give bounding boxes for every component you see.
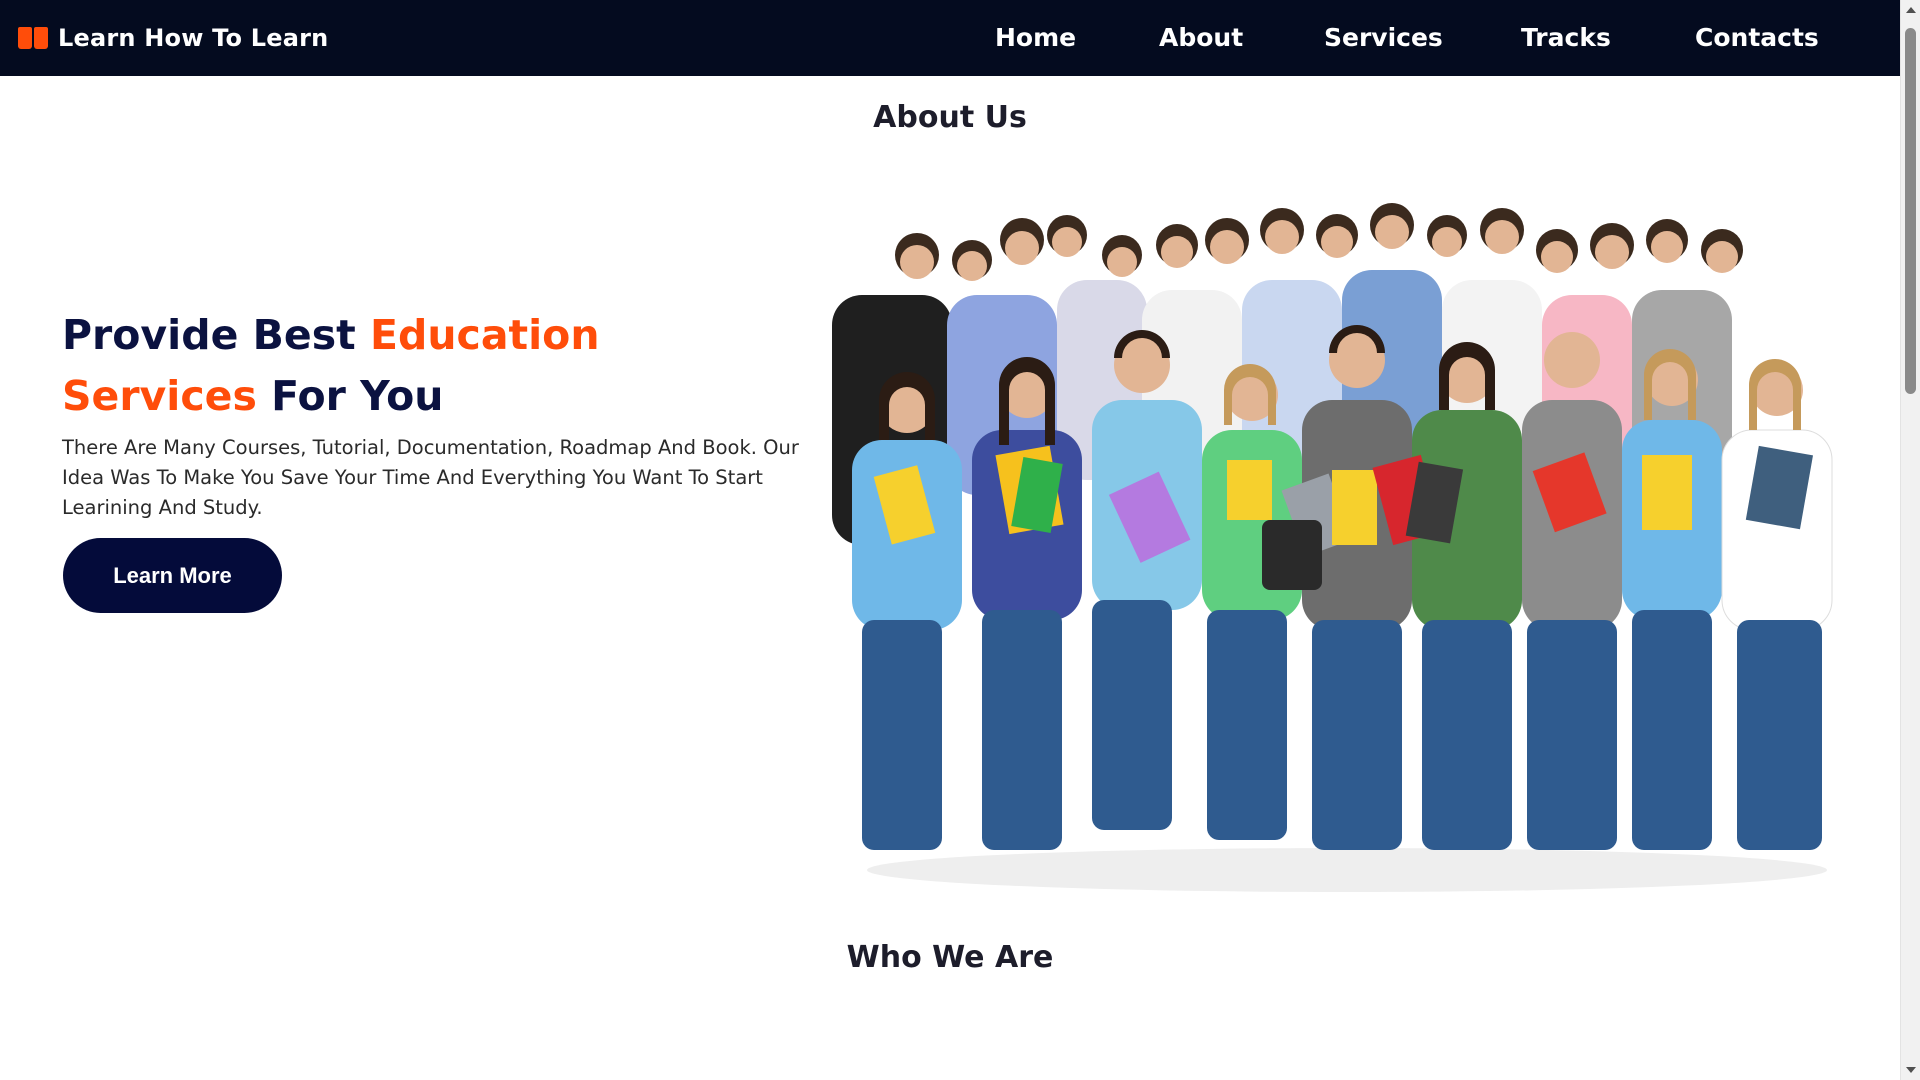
hero-heading-part2: For You: [256, 372, 444, 420]
scroll-down-arrow-icon[interactable]: [1906, 1067, 1916, 1073]
nav-links: Home About Services Tracks Contacts: [0, 0, 1900, 76]
nav-link-tracks[interactable]: Tracks: [1521, 0, 1611, 76]
scroll-thumb[interactable]: [1905, 28, 1916, 394]
hero-heading-accent-services: Services: [62, 372, 257, 420]
nav-link-contacts[interactable]: Contacts: [1695, 0, 1819, 76]
hero-heading-part1: Provide Best: [62, 311, 370, 359]
nav-link-services[interactable]: Services: [1324, 0, 1443, 76]
who-we-are-title: Who We Are: [846, 940, 1054, 975]
about-section-title: About Us: [873, 100, 1027, 135]
hero-text-block: Provide Best Education Services For You …: [62, 305, 822, 523]
hero-description: There Are Many Courses, Tutorial, Docume…: [62, 436, 799, 519]
top-navbar: Learn How To Learn Home About Services T…: [0, 0, 1900, 76]
vertical-scrollbar[interactable]: [1900, 0, 1920, 1080]
nav-link-about[interactable]: About: [1159, 0, 1243, 76]
scroll-up-arrow-icon[interactable]: [1906, 7, 1916, 13]
learn-more-button[interactable]: Learn More: [63, 538, 282, 613]
students-group-photo: [832, 203, 1833, 892]
hero-heading: Provide Best Education Services For You: [62, 305, 822, 427]
nav-link-home[interactable]: Home: [995, 0, 1076, 76]
hero-heading-accent-education: Education: [369, 311, 600, 359]
